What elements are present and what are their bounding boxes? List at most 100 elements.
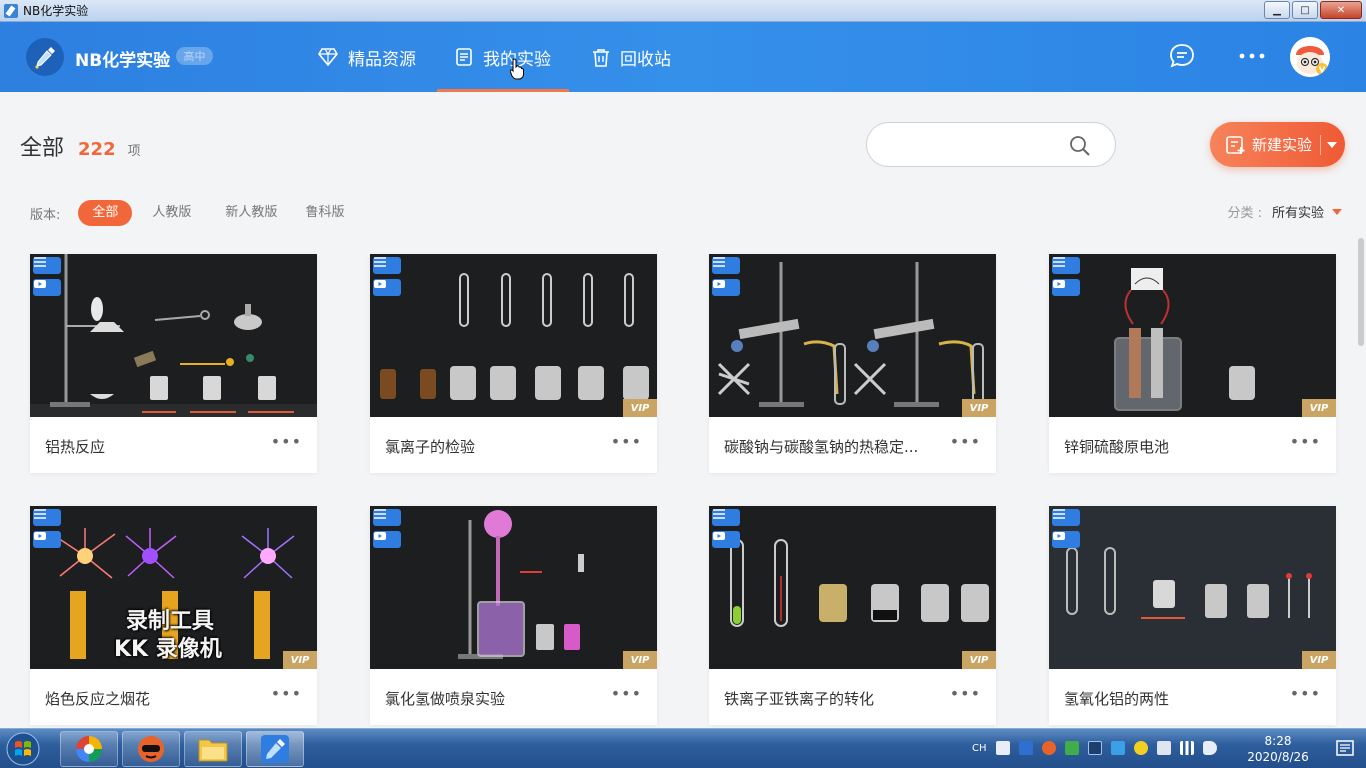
volume-icon[interactable] [1202, 741, 1217, 755]
video-icon[interactable] [1052, 531, 1080, 548]
experiment-card[interactable]: VIP 氢氧化铝的两性 ••• [1049, 506, 1336, 725]
filter-new-pep[interactable]: 新人教版 [211, 200, 291, 226]
video-icon[interactable] [712, 279, 740, 296]
nav-recycle-bin[interactable]: 回收站 [592, 22, 671, 92]
color-wheel-icon [76, 736, 102, 762]
bluetooth-icon[interactable] [1087, 741, 1102, 755]
more-options-icon[interactable]: ••• [611, 432, 642, 451]
clock-date: 2020/8/26 [1247, 750, 1309, 764]
video-icon[interactable] [373, 531, 401, 548]
input-language[interactable]: CH [972, 743, 987, 754]
taskbar-color-app[interactable] [60, 731, 118, 767]
version-filter: 版本: 全部 人教版 新人教版 鲁科版 [30, 200, 358, 226]
experiment-thumbnail[interactable]: VIP [709, 506, 996, 669]
user-avatar[interactable] [1290, 37, 1330, 77]
vip-badge: VIP [1302, 651, 1336, 669]
more-options-icon[interactable]: ••• [271, 432, 302, 451]
experiment-thumbnail[interactable]: VIP [370, 506, 657, 669]
dropdown-arrow-icon[interactable] [1327, 141, 1338, 148]
avatar-image-icon [1290, 37, 1330, 77]
experiment-thumbnail[interactable] [30, 254, 317, 417]
button-separator [1320, 134, 1322, 155]
app-logo[interactable] [26, 38, 64, 76]
minimize-button[interactable]: ▁ [1264, 1, 1290, 19]
page-title: 全部 [20, 136, 65, 161]
vertical-scrollbar[interactable] [1356, 92, 1366, 728]
experiment-card[interactable]: VIP 氯离子的检验 ••• [370, 254, 657, 473]
experiment-card[interactable]: 铝热反应 ••• [30, 254, 317, 473]
vip-badge: VIP [623, 651, 657, 669]
experiment-card[interactable]: VIP 铁离子亚铁离子的转化 ••• [709, 506, 996, 725]
list-icon[interactable] [33, 257, 61, 274]
dropper-icon [35, 47, 55, 69]
video-icon[interactable] [373, 279, 401, 296]
item-count-unit: 项 [127, 144, 141, 159]
more-options-icon[interactable]: ••• [1290, 684, 1321, 703]
filter-all[interactable]: 全部 [78, 200, 133, 226]
list-icon[interactable] [373, 509, 401, 526]
experiment-thumbnail[interactable]: VIP [1049, 254, 1336, 417]
close-button[interactable]: ✕ [1320, 1, 1362, 19]
category-filter[interactable]: 分类 : 所有实验 [1227, 202, 1342, 221]
more-options-icon[interactable]: ••• [271, 684, 302, 703]
more-options-icon[interactable]: ••• [950, 432, 981, 451]
window-titlebar: NB化学实验 ▁ □ ✕ [0, 0, 1366, 22]
filter-pep[interactable]: 人教版 [146, 200, 197, 226]
system-clock[interactable]: 8:28 2020/8/26 [1246, 733, 1310, 765]
experiment-card[interactable]: VIP 碳酸钠与碳酸氢钠的热稳定... ••• [709, 254, 996, 473]
nav-premium-resources[interactable]: 精品资源 [318, 22, 416, 92]
video-icon[interactable] [712, 531, 740, 548]
experiment-thumbnail[interactable]: VIP [709, 254, 996, 417]
experiment-title: 氢氧化铝的两性 [1064, 690, 1170, 708]
signal-icon[interactable] [1179, 741, 1194, 755]
experiment-title: 焰色反应之烟花 [45, 690, 151, 708]
maximize-button[interactable]: □ [1292, 1, 1318, 19]
more-options-icon[interactable]: ••• [950, 684, 981, 703]
add-icon[interactable] [1133, 741, 1148, 755]
video-icon[interactable] [33, 531, 61, 548]
recorder-app-icon [138, 736, 164, 762]
recorder-tray-icon[interactable] [1041, 741, 1056, 755]
action-center-icon[interactable] [1326, 729, 1366, 768]
dropper-icon [261, 735, 289, 763]
experiment-thumbnail[interactable]: VIP [1049, 506, 1336, 669]
grade-badge[interactable]: 高中 [176, 47, 213, 65]
taskbar-recorder-app[interactable] [122, 731, 180, 767]
app-header: NB化学实验 高中 精品资源 我的实验 回收站 [0, 22, 1366, 92]
diamond-icon [318, 48, 338, 66]
video-icon[interactable] [33, 279, 61, 296]
list-icon[interactable] [712, 257, 740, 274]
more-options-icon[interactable]: ••• [1290, 432, 1321, 451]
device-icon[interactable] [1156, 741, 1171, 755]
more-options-icon[interactable]: ••• [611, 684, 642, 703]
scrollbar-thumb[interactable] [1358, 238, 1364, 346]
nav-my-experiments[interactable]: 我的实验 [437, 22, 569, 92]
more-menu-icon[interactable] [1238, 46, 1266, 71]
input-method-icon[interactable] [1018, 741, 1033, 755]
search-input[interactable] [866, 122, 1116, 167]
watermark-line-1: 录制工具 [125, 609, 214, 634]
message-icon[interactable] [1168, 42, 1196, 74]
taskbar-nb-chemistry-app[interactable] [246, 731, 304, 767]
shield-icon[interactable] [1064, 741, 1079, 755]
new-experiment-button[interactable]: 新建实验 [1210, 122, 1345, 167]
network-app-icon[interactable] [1110, 741, 1125, 755]
list-icon[interactable] [1052, 257, 1080, 274]
search-icon[interactable] [1069, 135, 1091, 161]
list-icon[interactable] [33, 509, 61, 526]
experiment-card[interactable]: VIP 氯化氢做喷泉实验 ••• [370, 506, 657, 725]
taskbar-explorer-app[interactable] [184, 731, 242, 767]
system-tray: CH [972, 741, 1226, 755]
video-icon[interactable] [1052, 279, 1080, 296]
add-document-icon [1226, 135, 1246, 155]
keyboard-icon[interactable] [995, 741, 1010, 755]
filter-lkb[interactable]: 鲁科版 [305, 200, 344, 226]
experiment-card[interactable]: VIP 锌铜硫酸原电池 ••• [1049, 254, 1336, 473]
vip-badge: VIP [283, 651, 317, 669]
list-icon[interactable] [373, 257, 401, 274]
list-icon[interactable] [1052, 509, 1080, 526]
start-button[interactable] [3, 731, 53, 767]
experiment-thumbnail[interactable]: VIP [370, 254, 657, 417]
category-value: 所有实验 [1271, 206, 1324, 221]
list-icon[interactable] [712, 509, 740, 526]
